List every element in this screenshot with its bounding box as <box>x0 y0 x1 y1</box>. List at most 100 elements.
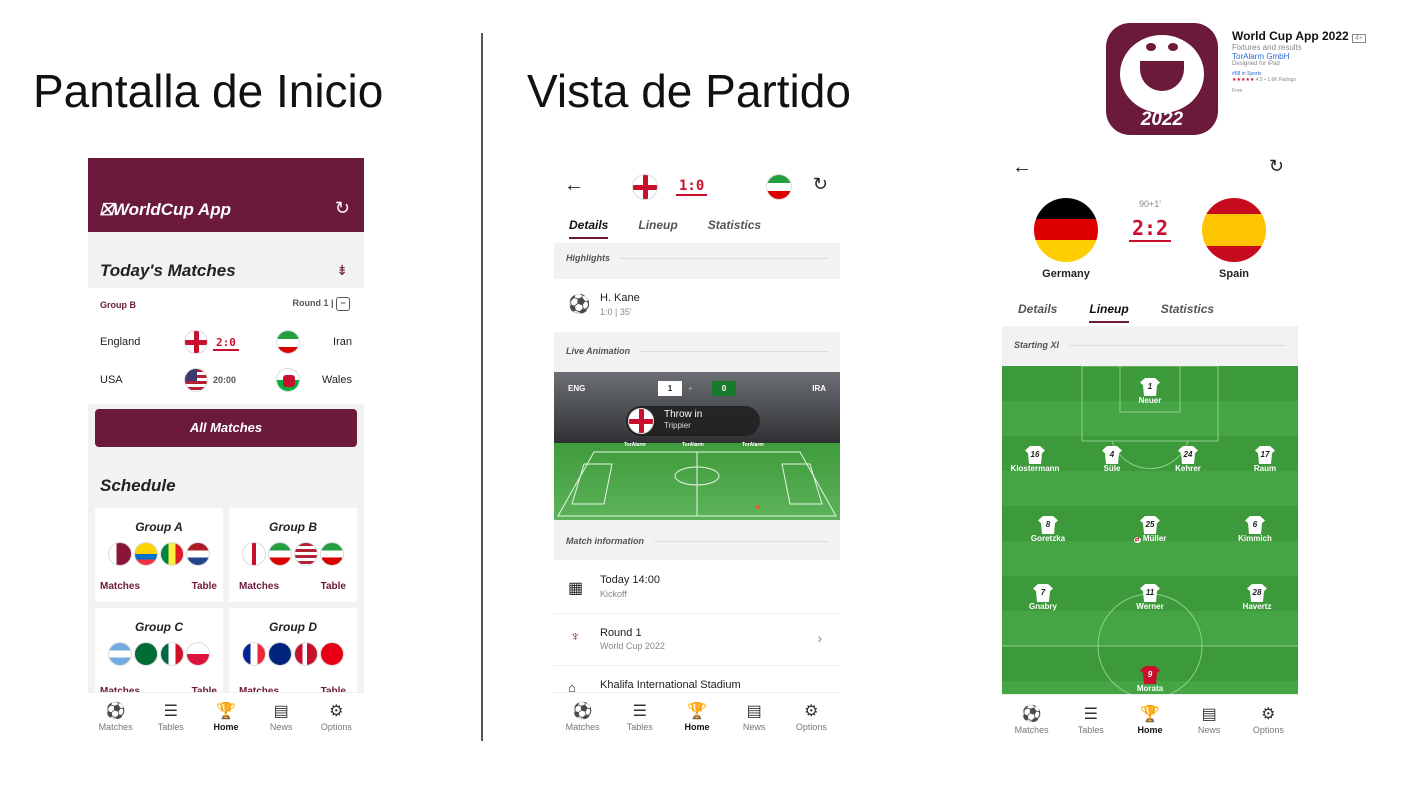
chevron-right-icon: › <box>817 630 822 646</box>
live-animation-view[interactable]: ENG 1 + 0 IRA Throw in Trippier TorAlarm… <box>554 372 840 520</box>
group-matches-link[interactable]: Matches <box>100 581 140 592</box>
england-flag-icon <box>632 174 658 200</box>
pitch: 1 Neuer 16 Klostermann 4 Süle 24 Kehrer 17 Ra… <box>1002 366 1298 694</box>
info-row-round[interactable]: ♆ Round 1 World Cup 2022 › <box>554 614 840 666</box>
tunisia-flag-icon <box>320 642 344 666</box>
nav-options[interactable]: ⚙ Options <box>1243 705 1293 735</box>
nav-matches[interactable]: ⚽ Matches <box>91 702 141 732</box>
gear-icon: ⚙ <box>804 702 819 720</box>
tab-lineup[interactable]: Lineup <box>638 218 677 239</box>
nav-matches[interactable]: ⚽ Matches <box>558 702 608 732</box>
match-row[interactable]: USA 20:00 Wales <box>100 368 352 392</box>
soccer-ball-icon: ⚽ <box>568 294 591 314</box>
trophy-icon: 🏆 <box>687 702 707 720</box>
soccer-ball-icon: ⚽ <box>1021 705 1042 723</box>
round-label: Round 1 | − <box>292 297 350 311</box>
refresh-icon[interactable]: ↻ <box>813 174 828 195</box>
group-flags <box>229 542 357 566</box>
player[interactable]: 7 Gnabry <box>1008 584 1078 611</box>
trophy-icon: 🏆 <box>1140 705 1160 723</box>
away-team: Iran <box>333 336 352 348</box>
france-flag-icon <box>242 642 266 666</box>
bottom-nav: ⚽ Matches ☰ Tables 🏆 Home ▤ News ⚙ Options <box>554 692 840 740</box>
tab-details[interactable]: Details <box>1018 302 1057 323</box>
app-logo: ⛝WorldCup App <box>100 200 231 219</box>
live-animation-header: Live Animation <box>554 332 840 372</box>
player[interactable]: 1 Neuer <box>1115 378 1185 405</box>
player[interactable]: 17 Raum <box>1230 446 1298 473</box>
bottom-nav: ⚽ Matches ☰ Tables 🏆 Home ▤ News ⚙ Options <box>88 692 364 740</box>
netherlands-flag-icon <box>186 542 210 566</box>
tab-details[interactable]: Details <box>569 218 609 239</box>
group-matches-link[interactable]: Matches <box>239 581 279 592</box>
app-subtitle: Fixtures and results <box>1232 43 1302 52</box>
home-team: USA <box>100 374 123 386</box>
player[interactable]: 16 Klostermann <box>1002 446 1070 473</box>
argentina-flag-icon <box>108 642 132 666</box>
developer-link[interactable]: TorAlarm GmbH <box>1232 52 1422 61</box>
collapse-icon[interactable]: ⇟ <box>336 262 348 279</box>
away-team-name: Spain <box>1219 268 1249 280</box>
anim-home-score: 1 <box>658 381 682 396</box>
player[interactable]: 25 ⇄ Müller <box>1115 516 1185 543</box>
scorer-detail: 1:0 | 35' <box>600 307 632 317</box>
group-table-link[interactable]: Table <box>192 581 217 592</box>
nav-matches[interactable]: ⚽ Matches <box>1007 705 1057 735</box>
tab-statistics[interactable]: Statistics <box>1161 302 1214 323</box>
pitch-lines <box>557 451 837 517</box>
refresh-icon[interactable]: ↻ <box>1269 156 1284 177</box>
iran-flag-icon <box>320 542 344 566</box>
nav-home[interactable]: 🏆 Home <box>672 702 722 732</box>
player[interactable]: 24 Kehrer <box>1153 446 1223 473</box>
player[interactable]: 9 Morata <box>1115 666 1185 693</box>
denmark-flag-icon <box>294 642 318 666</box>
news-icon: ▤ <box>273 702 289 720</box>
app-name: World Cup App 2022 <box>1232 29 1349 43</box>
nav-home[interactable]: 🏆 Home <box>201 702 251 732</box>
todays-matches-card: Group B Round 1 | − England 2:0 Iran USA… <box>88 288 364 404</box>
rating: ★★★★★ 4.5 • 1.6K Ratings <box>1232 77 1296 83</box>
group-flags <box>229 642 357 666</box>
player[interactable]: 28 Havertz <box>1222 584 1292 611</box>
match-tabs: Details Lineup Statistics <box>569 218 761 239</box>
heading-match-view: Vista de Partido <box>527 65 851 117</box>
anim-home-team: ENG <box>568 384 586 393</box>
player[interactable]: 8 Goretzka <box>1013 516 1083 543</box>
player[interactable]: 4 Süle <box>1077 446 1147 473</box>
back-arrow-icon[interactable]: ← <box>1012 156 1032 179</box>
group-table-link[interactable]: Table <box>321 581 346 592</box>
nav-options[interactable]: ⚙ Options <box>786 702 836 732</box>
tab-statistics[interactable]: Statistics <box>708 218 761 239</box>
price: Free <box>1232 88 1243 94</box>
group-card[interactable]: Group A Matches Table <box>95 508 223 602</box>
england-flag-icon <box>628 408 654 434</box>
player[interactable]: 6 Kimmich <box>1220 516 1290 543</box>
poland-flag-icon <box>186 642 210 666</box>
australia-flag-icon <box>268 642 292 666</box>
gear-icon: ⚙ <box>329 702 344 720</box>
nav-options[interactable]: ⚙ Options <box>311 702 361 732</box>
nav-home[interactable]: 🏆 Home <box>1125 705 1175 735</box>
nav-tables[interactable]: ☰ Tables <box>146 702 196 732</box>
group-card[interactable]: Group C Matches Table <box>95 608 223 702</box>
back-arrow-icon[interactable]: ← <box>564 174 584 197</box>
nav-news[interactable]: ▤ News <box>1184 705 1234 735</box>
player[interactable]: 11 Werner <box>1115 584 1185 611</box>
usa-flag-icon <box>184 368 208 392</box>
match-row[interactable]: England 2:0 Iran <box>100 330 352 354</box>
nav-tables[interactable]: ☰ Tables <box>615 702 665 732</box>
group-card[interactable]: Group D Matches Table <box>229 608 357 702</box>
senegal-flag-icon <box>160 542 184 566</box>
info-row-kickoff: ▦ Today 14:00 Kickoff <box>554 564 840 614</box>
world-cup-trophy-icon: ♆ <box>570 628 581 644</box>
refresh-icon[interactable]: ↻ <box>335 198 350 219</box>
home-team: England <box>100 336 141 348</box>
event-popup: Throw in Trippier <box>626 406 760 436</box>
group-card[interactable]: Group B Matches Table <box>229 508 357 602</box>
nav-news[interactable]: ▤ News <box>256 702 306 732</box>
home-screen: ⛝WorldCup App ↻ Today's Matches ⇟ Group … <box>88 158 364 740</box>
nav-tables[interactable]: ☰ Tables <box>1066 705 1116 735</box>
tab-lineup[interactable]: Lineup <box>1089 302 1129 323</box>
all-matches-button[interactable]: All Matches <box>95 409 357 447</box>
nav-news[interactable]: ▤ News <box>729 702 779 732</box>
